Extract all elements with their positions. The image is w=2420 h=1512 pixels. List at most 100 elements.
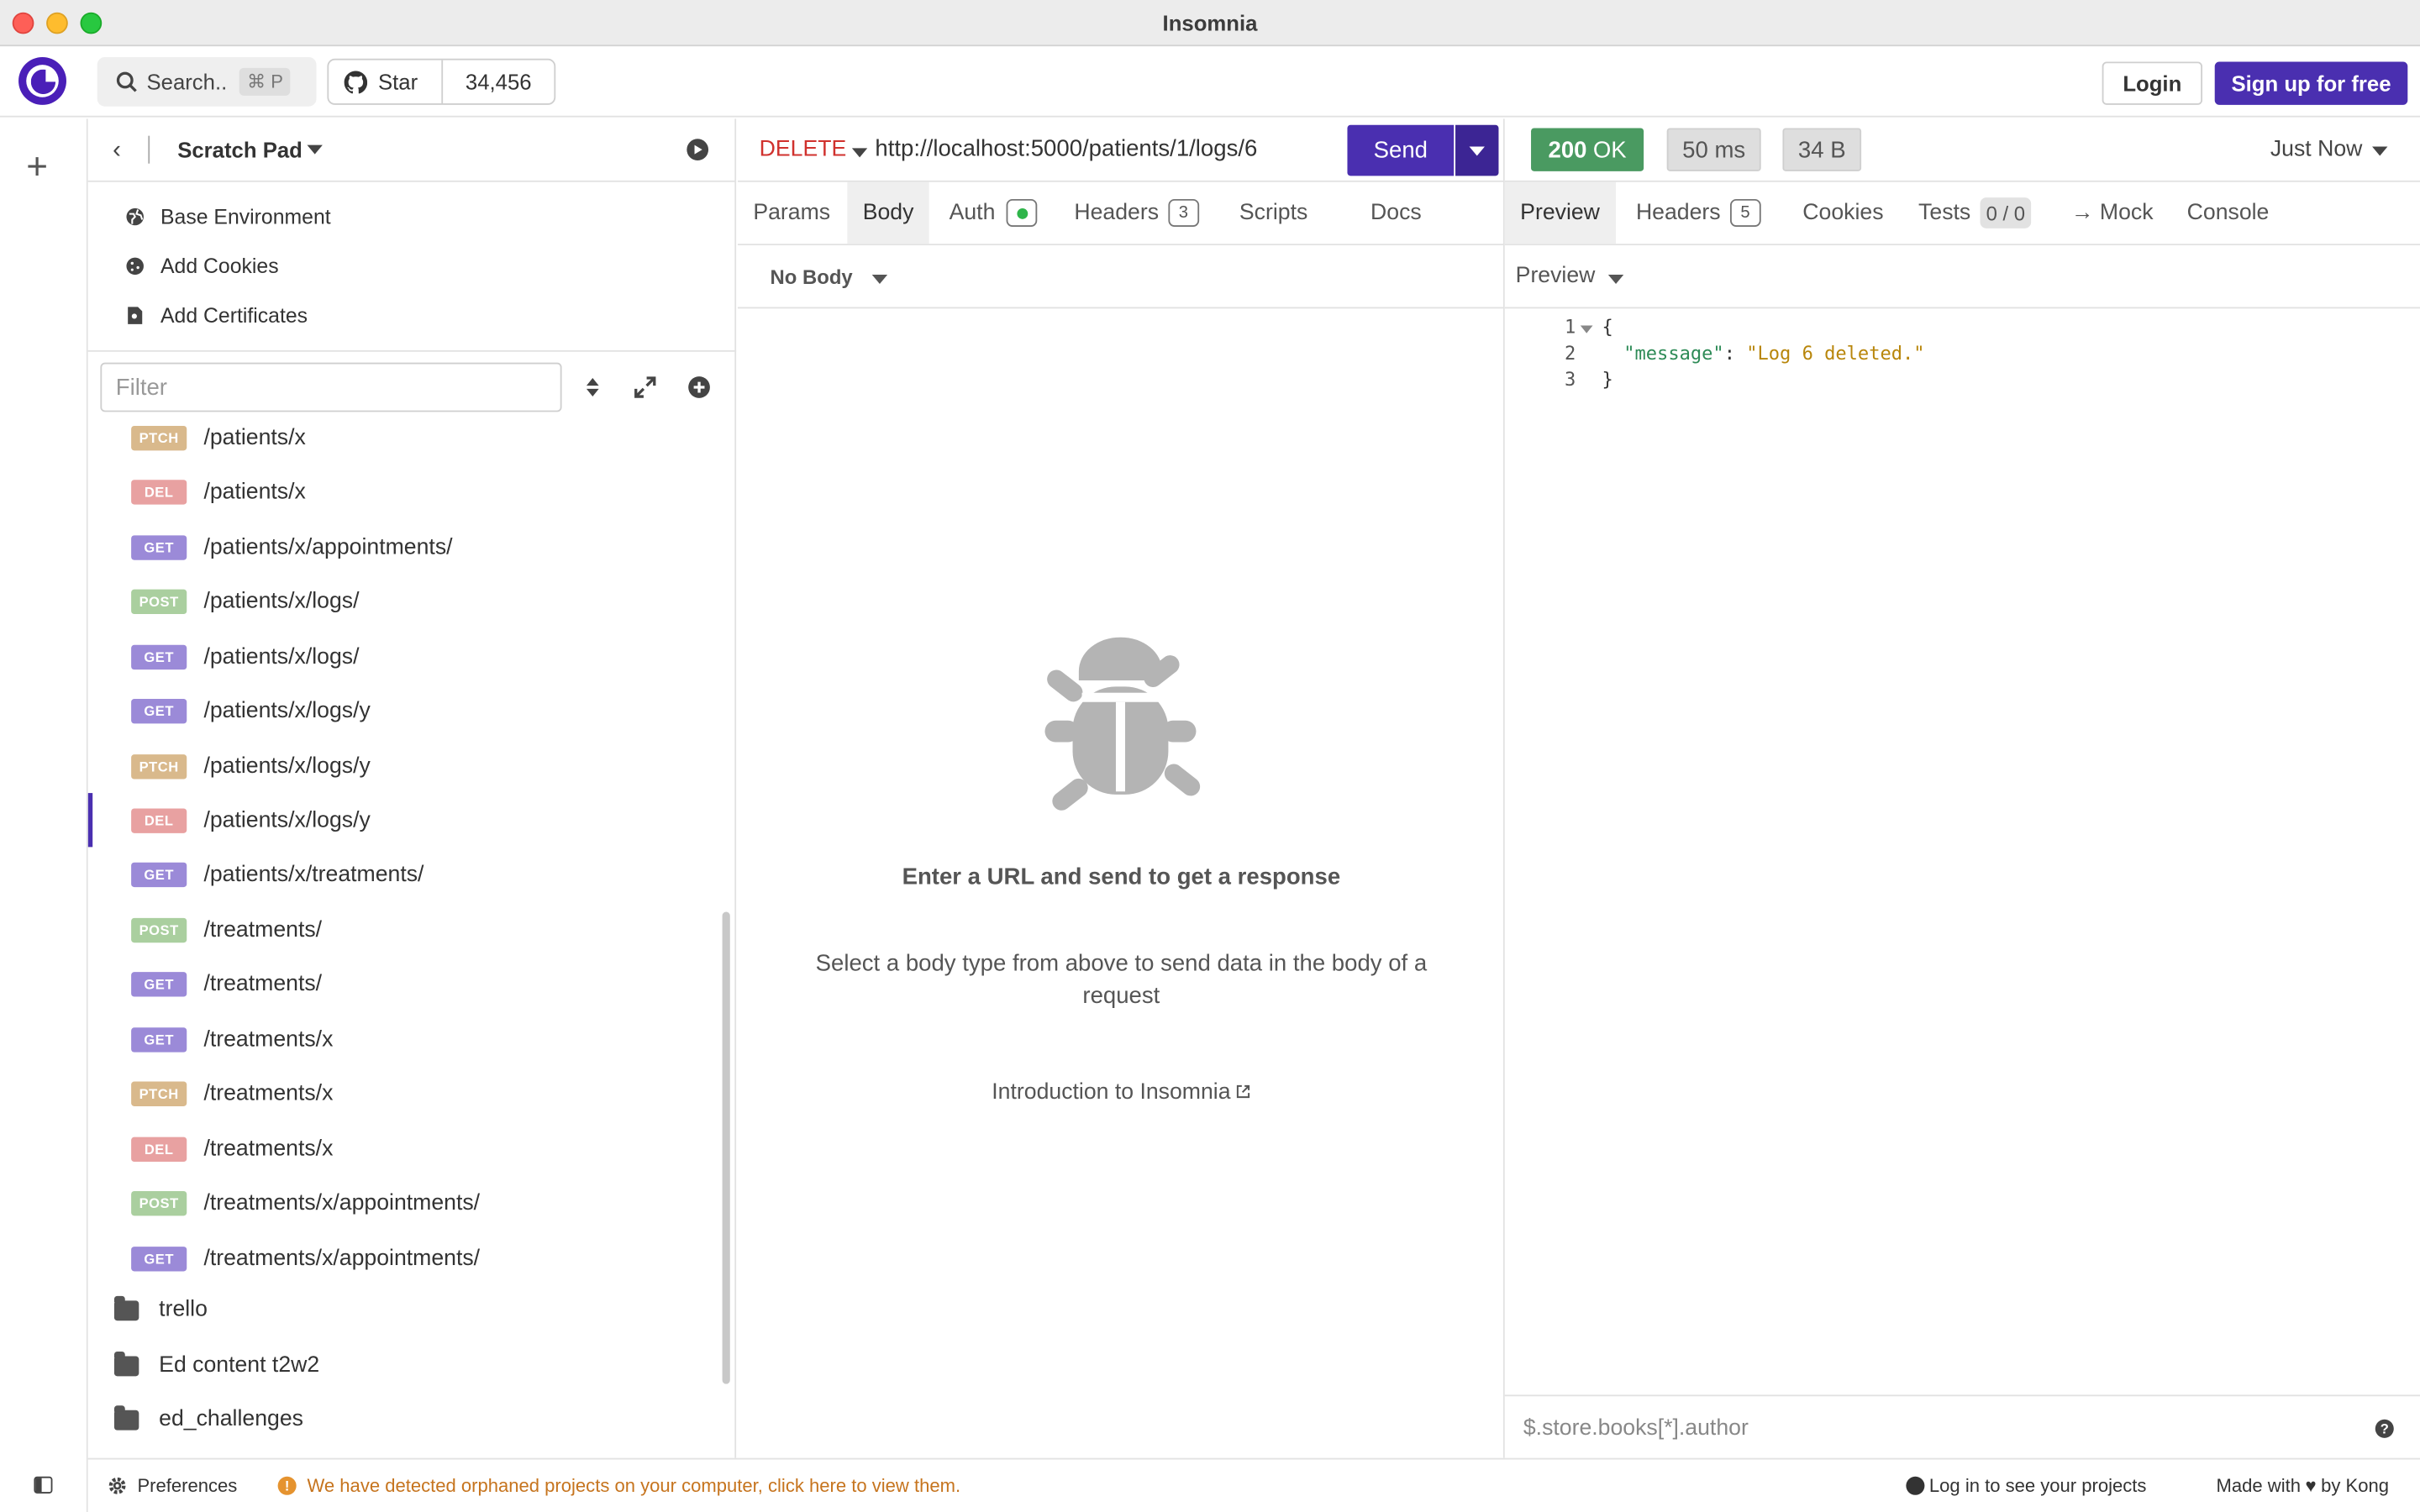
response-history-selector[interactable]: Just Now bbox=[2270, 137, 2363, 161]
add-request-icon[interactable] bbox=[687, 375, 711, 399]
sidebar-header: ‹ Scratch Pad bbox=[87, 118, 737, 182]
zoom-window-button[interactable] bbox=[80, 12, 103, 34]
heart-icon: ♥ bbox=[2305, 1474, 2317, 1497]
list-item[interactable]: DEL/patients/x bbox=[88, 465, 718, 518]
code-line: { bbox=[1602, 316, 1613, 339]
tab-tests[interactable]: Tests 0 / 0 bbox=[1903, 182, 2047, 244]
env-item-label: Add Cookies bbox=[160, 254, 279, 277]
tab-headers[interactable]: Headers 3 bbox=[1059, 182, 1214, 244]
request-path: /patients/x/logs/y bbox=[203, 753, 371, 779]
json-value: "Log 6 deleted." bbox=[1746, 342, 1925, 365]
response-status-bar: 200 OK 50 ms 34 B Just Now bbox=[1504, 118, 2420, 182]
tab-cookies[interactable]: Cookies bbox=[1787, 182, 1899, 244]
list-item[interactable]: POST/patients/x/logs/ bbox=[88, 574, 718, 627]
folder-label: trello bbox=[159, 1297, 208, 1323]
add-project-icon[interactable]: + bbox=[26, 149, 48, 186]
chevron-left-icon[interactable]: ‹ bbox=[113, 137, 121, 165]
run-collection-icon[interactable] bbox=[687, 139, 709, 161]
status-bar: Preferences ! We have detected orphaned … bbox=[87, 1457, 2420, 1512]
chevron-down-icon[interactable] bbox=[2372, 146, 2388, 156]
list-item[interactable]: DEL/treatments/x bbox=[88, 1121, 718, 1175]
expand-icon[interactable] bbox=[633, 375, 657, 399]
fold-icon[interactable] bbox=[1580, 325, 1593, 333]
folder-item[interactable]: Ed content t2w2 bbox=[88, 1341, 718, 1394]
send-button[interactable]: Send bbox=[1347, 124, 1455, 176]
list-item-active[interactable]: DEL/patients/x/logs/y bbox=[87, 793, 718, 848]
tab-mock[interactable]: → Mock bbox=[2056, 182, 2169, 244]
add-cookies-item[interactable]: Add Cookies bbox=[125, 247, 279, 284]
tab-docs[interactable]: Docs bbox=[1355, 182, 1437, 244]
request-pane: DELETE http://localhost:5000/patients/1/… bbox=[737, 118, 1505, 1458]
orphaned-projects-warning[interactable]: ! We have detected orphaned projects on … bbox=[277, 1475, 960, 1497]
tab-body[interactable]: Body bbox=[847, 181, 929, 244]
list-item[interactable]: GET/treatments/x/appointments/ bbox=[88, 1231, 718, 1285]
empty-state-title: Enter a URL and send to get a response bbox=[902, 864, 1341, 890]
tab-console[interactable]: Console bbox=[2171, 182, 2284, 244]
list-item[interactable]: GET/treatments/ bbox=[88, 957, 718, 1011]
list-item[interactable]: GET/patients/x/appointments/ bbox=[88, 520, 718, 574]
filter-row bbox=[87, 349, 737, 421]
help-icon[interactable]: ? bbox=[2375, 1419, 2394, 1438]
list-item[interactable]: GET/patients/x/logs/y bbox=[88, 684, 718, 738]
chevron-down-icon[interactable] bbox=[1607, 274, 1624, 284]
tab-auth[interactable]: Auth bbox=[934, 182, 1052, 244]
login-button[interactable]: Login bbox=[2102, 61, 2203, 105]
intro-link[interactable]: Introduction to Insomnia bbox=[738, 1080, 1505, 1105]
chevron-down-icon[interactable] bbox=[871, 274, 888, 284]
response-filter-input[interactable] bbox=[1517, 1408, 2351, 1449]
auth-enabled-icon bbox=[1006, 198, 1037, 228]
close-window-button[interactable] bbox=[12, 12, 34, 34]
list-item[interactable]: PTCH/patients/x/logs/y bbox=[88, 739, 718, 793]
sidebar-toggle-icon[interactable] bbox=[34, 1476, 53, 1494]
chevron-down-icon[interactable] bbox=[851, 148, 868, 158]
insomnia-logo-icon[interactable] bbox=[18, 56, 66, 105]
list-item[interactable]: GET/patients/x/treatments/ bbox=[88, 847, 718, 900]
github-star-widget[interactable]: Star 34,456 bbox=[327, 58, 556, 105]
search-icon bbox=[116, 71, 137, 92]
divider bbox=[148, 135, 150, 164]
user-icon bbox=[1906, 1476, 1925, 1495]
method-badge: POST bbox=[131, 916, 187, 942]
list-item[interactable]: GET/patients/x/logs/ bbox=[88, 629, 718, 683]
base-environment-item[interactable]: Base Environment bbox=[125, 197, 331, 234]
method-badge: GET bbox=[131, 643, 187, 669]
folder-item[interactable]: ed_challenges bbox=[88, 1394, 718, 1448]
list-item[interactable]: PTCH/patients/x bbox=[88, 421, 718, 464]
folder-item[interactable]: trello bbox=[88, 1285, 718, 1339]
chevron-down-icon[interactable] bbox=[307, 144, 323, 155]
send-options-button[interactable] bbox=[1455, 124, 1499, 176]
project-name[interactable]: Scratch Pad bbox=[177, 137, 302, 161]
list-item[interactable]: GET/treatments/x bbox=[88, 1012, 718, 1066]
signup-button[interactable]: Sign up for free bbox=[2214, 61, 2408, 105]
add-certificates-item[interactable]: Add Certificates bbox=[125, 297, 308, 333]
preferences-button[interactable]: Preferences bbox=[108, 1475, 237, 1497]
tab-scripts[interactable]: Scripts bbox=[1224, 182, 1323, 244]
method-badge: DEL bbox=[131, 479, 187, 504]
request-path: /treatments/x bbox=[203, 1136, 334, 1162]
list-item[interactable]: PTCH/treatments/x bbox=[88, 1066, 718, 1120]
login-projects-link[interactable]: Log in to see your projects bbox=[1906, 1475, 2146, 1497]
sidebar-scrollbar[interactable] bbox=[722, 911, 730, 1384]
body-type-selector[interactable]: No Body bbox=[771, 265, 853, 289]
tests-count-badge: 0 / 0 bbox=[1980, 197, 2032, 228]
search-button[interactable]: Search.. ⌘ P bbox=[97, 56, 317, 107]
list-item[interactable]: POST/treatments/x/appointments/ bbox=[88, 1176, 718, 1230]
tab-label: Scripts bbox=[1239, 200, 1308, 226]
list-item[interactable]: POST/treatments/ bbox=[88, 902, 718, 956]
github-star-button[interactable]: Star bbox=[329, 60, 444, 104]
method-badge: POST bbox=[131, 1190, 187, 1215]
url-input[interactable]: http://localhost:5000/patients/1/logs/6 bbox=[875, 136, 1257, 162]
method-selector[interactable]: DELETE bbox=[760, 137, 847, 161]
cookie-icon bbox=[126, 256, 144, 275]
preview-mode-selector[interactable]: Preview bbox=[1516, 264, 1596, 288]
tab-params[interactable]: Params bbox=[738, 182, 846, 244]
tab-preview[interactable]: Preview bbox=[1504, 181, 1616, 244]
response-filter-bar: ? bbox=[1504, 1394, 2420, 1457]
filter-input[interactable] bbox=[100, 362, 562, 412]
tab-response-headers[interactable]: Headers 5 bbox=[1621, 182, 1776, 244]
bug-icon bbox=[1044, 637, 1201, 811]
method-badge: DEL bbox=[131, 807, 187, 832]
minimize-window-button[interactable] bbox=[46, 12, 68, 34]
request-path: /patients/x/logs/y bbox=[203, 807, 371, 832]
sort-icon[interactable] bbox=[581, 375, 605, 399]
